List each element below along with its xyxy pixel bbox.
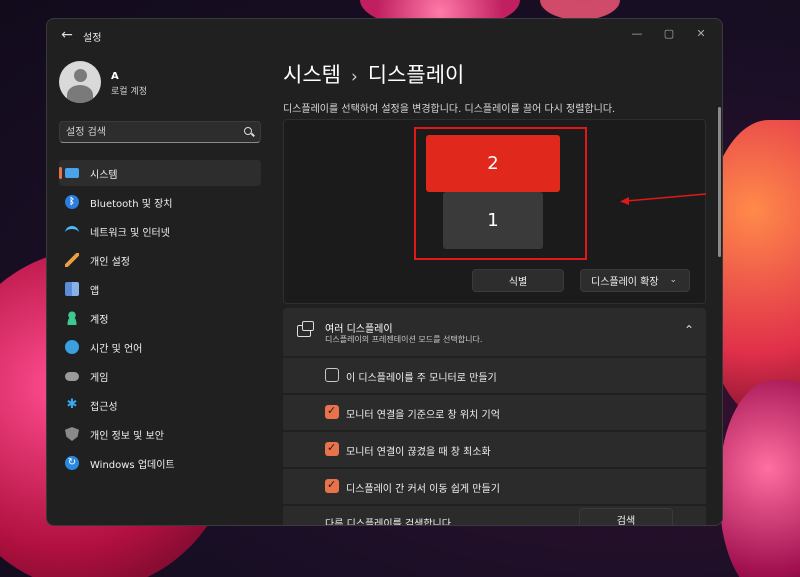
sidebar-item-label: 계정	[90, 314, 109, 326]
chevron-down-icon: ⌄	[669, 275, 677, 285]
ease-cursor-movement-checkbox[interactable]	[325, 478, 339, 493]
sidebar-item-label: 게임	[90, 372, 109, 384]
network-icon	[65, 226, 79, 236]
detect-displays-row: 다른 디스플레이를 검색합니다. 검색	[283, 506, 706, 526]
sidebar-item-system[interactable]: 시스템	[59, 160, 261, 186]
user-name: A	[111, 71, 119, 82]
section-title: 여러 디스플레이	[325, 324, 393, 335]
scrollbar[interactable]	[718, 107, 721, 257]
sidebar-item-gaming[interactable]: 게임	[59, 363, 261, 389]
maximize-button[interactable]: ▢	[654, 25, 684, 43]
avatar[interactable]	[59, 61, 101, 103]
sidebar-item-accessibility[interactable]: ✱ 접근성	[59, 392, 261, 418]
sidebar-item-time-language[interactable]: 시간 및 언어	[59, 334, 261, 360]
avatar-head	[74, 69, 87, 82]
apps-icon	[65, 282, 79, 296]
multiple-displays-icon	[297, 321, 314, 337]
option-row: 디스플레이 간 커서 이동 쉽게 만들기	[283, 469, 706, 504]
bluetooth-icon: ᛒ	[65, 195, 79, 209]
display-arrangement-panel: 2 1 식별 디스플레이 확장 ⌄	[283, 119, 707, 304]
detect-button[interactable]: 검색	[579, 508, 673, 525]
annotation-highlight-box	[414, 127, 587, 260]
back-arrow-icon[interactable]: ←	[59, 27, 75, 43]
sidebar-item-label: Windows 업데이트	[90, 459, 175, 471]
system-icon	[65, 168, 79, 178]
option-label: 모니터 연결이 끊겼을 때 창 최소화	[346, 447, 491, 458]
settings-window: ← 설정 — ▢ ✕ A 로컬 계정 시스템 ᛒ Bluetooth 및 장치 …	[46, 18, 723, 526]
make-main-display-checkbox[interactable]	[325, 368, 339, 382]
sidebar-item-label: 시간 및 언어	[90, 343, 143, 355]
settings-search[interactable]	[59, 121, 261, 143]
section-header[interactable]: 여러 디스플레이 디스플레이의 프레젠테이션 모드를 선택합니다. ⌃	[283, 308, 706, 356]
app-title: 설정	[83, 33, 102, 44]
display-mode-dropdown[interactable]: 디스플레이 확장 ⌄	[580, 269, 690, 292]
sidebar-item-label: Bluetooth 및 장치	[90, 198, 173, 210]
remember-window-locations-checkbox[interactable]	[325, 404, 339, 419]
detect-label: 다른 디스플레이를 검색합니다.	[325, 519, 455, 526]
privacy-shield-icon	[65, 427, 79, 441]
page-title: 시스템 › 디스플레이	[283, 59, 464, 89]
sidebar-item-privacy[interactable]: 개인 정보 및 보안	[59, 421, 261, 447]
annotation-arrow-icon	[620, 193, 707, 205]
personalization-brush-icon	[65, 253, 79, 267]
sidebar-item-label: 시스템	[90, 169, 118, 181]
breadcrumb-parent[interactable]: 시스템	[283, 63, 341, 87]
windows-update-icon: ↻	[65, 456, 79, 470]
time-language-icon	[65, 340, 79, 354]
chevron-up-icon[interactable]: ⌃	[684, 323, 694, 337]
breadcrumb-separator-icon: ›	[350, 67, 358, 87]
option-label: 디스플레이 간 커서 이동 쉽게 만들기	[346, 484, 500, 495]
minimize-button[interactable]: —	[622, 25, 652, 43]
sidebar-item-bluetooth[interactable]: ᛒ Bluetooth 및 장치	[59, 189, 261, 215]
option-label: 이 디스플레이를 주 모니터로 만들기	[346, 373, 497, 384]
close-button[interactable]: ✕	[686, 25, 716, 43]
display-mode-value: 디스플레이 확장	[591, 277, 659, 288]
accessibility-icon: ✱	[66, 397, 78, 412]
sidebar-item-label: 개인 설정	[90, 256, 130, 268]
sidebar-item-label: 앱	[90, 285, 100, 297]
section-subtitle: 디스플레이의 프레젠테이션 모드를 선택합니다.	[325, 335, 483, 344]
account-icon	[65, 311, 79, 325]
sidebar-item-personalization[interactable]: 개인 설정	[59, 247, 261, 273]
sidebar-item-apps[interactable]: 앱	[59, 276, 261, 302]
breadcrumb-current: 디스플레이	[367, 63, 465, 87]
option-label: 모니터 연결을 기준으로 창 위치 기억	[346, 410, 500, 421]
sidebar-item-accounts[interactable]: 계정	[59, 305, 261, 331]
wallpaper-petal	[720, 380, 800, 577]
search-icon[interactable]	[244, 127, 252, 135]
minimize-windows-checkbox[interactable]	[325, 441, 339, 456]
sidebar-item-network[interactable]: 네트워크 및 인터넷	[59, 218, 261, 244]
sidebar-item-label: 접근성	[90, 401, 118, 413]
title-bar: ← 설정 — ▢ ✕	[47, 19, 722, 53]
wallpaper-petal	[540, 0, 620, 20]
option-row: 모니터 연결이 끊겼을 때 창 최소화	[283, 432, 706, 467]
option-row: 모니터 연결을 기준으로 창 위치 기억	[283, 395, 706, 430]
sidebar-nav: 시스템 ᛒ Bluetooth 및 장치 네트워크 및 인터넷 개인 설정 앱 …	[59, 160, 261, 479]
sidebar-item-label: 개인 정보 및 보안	[90, 430, 164, 442]
option-row: 이 디스플레이를 주 모니터로 만들기	[283, 358, 706, 393]
sidebar-item-label: 네트워크 및 인터넷	[90, 227, 170, 239]
identify-button[interactable]: 식별	[472, 269, 564, 292]
account-type: 로컬 계정	[111, 87, 147, 97]
sidebar-item-windows-update[interactable]: ↻ Windows 업데이트	[59, 450, 261, 476]
gaming-icon	[65, 371, 79, 381]
avatar-shoulders	[67, 85, 93, 103]
page-description: 디스플레이를 선택하여 설정을 변경합니다. 디스플레이를 끌어 다시 정렬합니…	[283, 104, 616, 115]
multiple-displays-section: 여러 디스플레이 디스플레이의 프레젠테이션 모드를 선택합니다. ⌃ 이 디스…	[283, 308, 706, 526]
search-input[interactable]	[66, 125, 236, 139]
